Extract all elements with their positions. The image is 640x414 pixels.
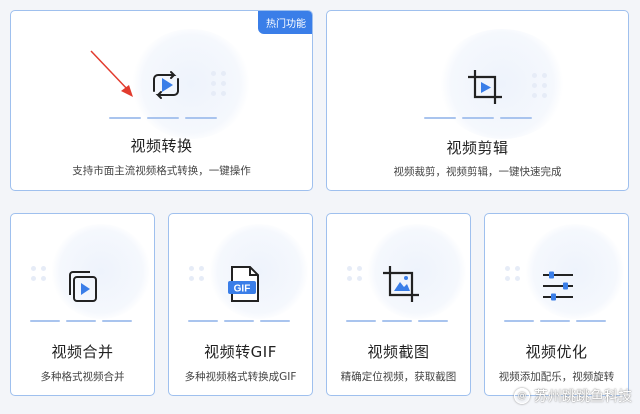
watermark-text: 苏州跳跳鱼科技	[534, 389, 632, 405]
card-description: 支持市面主流视频格式转换，一键操作	[72, 165, 251, 177]
watermark: @ 苏州跳跳鱼科技	[514, 386, 632, 406]
dash-divider	[346, 320, 448, 322]
card-title: 视频截图	[367, 343, 430, 361]
card-video-merge[interactable]: 视频合并 多种格式视频合并	[10, 213, 155, 396]
watermark-symbol: @	[514, 388, 530, 404]
card-video-to-gif[interactable]: GIF 视频转GIF 多种视频格式转换成GIF	[168, 213, 313, 396]
screenshot-icon	[379, 262, 423, 306]
dash-divider	[188, 320, 290, 322]
card-title: 视频转换	[130, 137, 193, 155]
card-description: 视频裁剪，视频剪辑，一键快速完成	[393, 166, 562, 178]
hot-feature-badge: 热门功能	[258, 11, 312, 34]
card-description: 多种格式视频合并	[40, 371, 125, 383]
card-title: 视频转GIF	[204, 343, 277, 361]
card-title: 视频优化	[525, 343, 588, 361]
gif-label: GIF	[234, 284, 251, 295]
dash-divider	[504, 320, 606, 322]
red-arrow-icon	[90, 50, 133, 97]
card-video-optimize[interactable]: 视频优化 视频添加配乐，视频旋转	[484, 213, 629, 396]
card-video-convert[interactable]: 热门功能 视频转换 支持市面主流视频格式转换，一键操作	[10, 10, 313, 191]
merge-icon	[63, 266, 103, 306]
card-video-screenshot[interactable]: 视频截图 精确定位视频，获取截图	[326, 213, 471, 396]
dash-divider	[30, 320, 132, 322]
sliders-icon	[538, 266, 578, 306]
card-title: 视频合并	[51, 343, 114, 361]
gif-file-icon: GIF	[224, 262, 264, 306]
card-description: 多种视频格式转换成GIF	[184, 371, 297, 383]
convert-icon	[146, 65, 186, 105]
dash-divider	[109, 117, 217, 119]
crop-icon	[463, 65, 507, 109]
dash-divider	[424, 117, 532, 119]
card-description: 精确定位视频，获取截图	[340, 371, 457, 383]
card-title: 视频剪辑	[446, 139, 509, 157]
card-description: 视频添加配乐，视频旋转	[498, 371, 615, 383]
card-video-edit[interactable]: 视频剪辑 视频裁剪，视频剪辑，一键快速完成	[326, 10, 629, 191]
